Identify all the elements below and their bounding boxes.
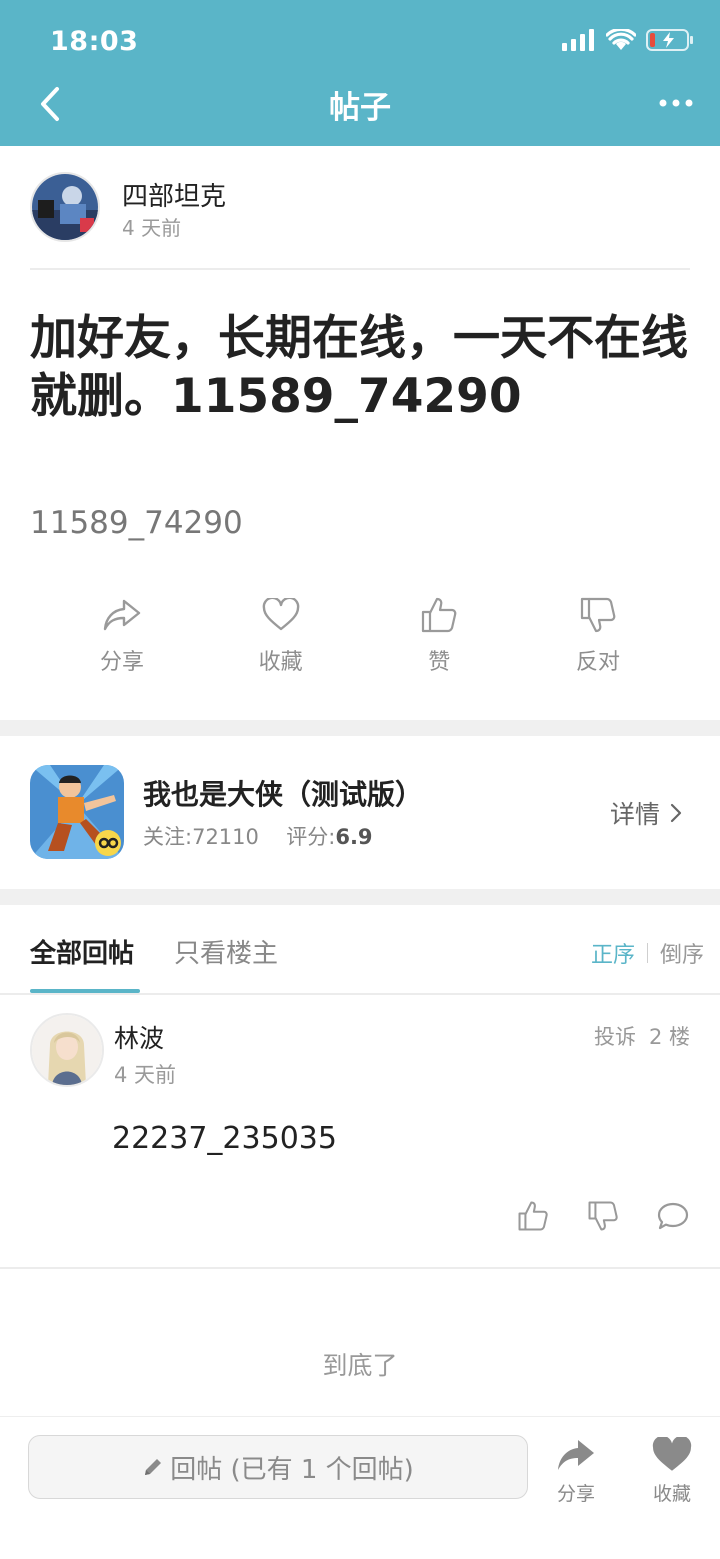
game-card[interactable]: 我也是大侠（测试版） 关注:72110 评分:6.9 详情 (30, 765, 690, 861)
post-body: 11589_74290 (30, 505, 243, 541)
more-button[interactable] (656, 88, 696, 118)
bottom-favorite-button[interactable]: 收藏 (632, 1435, 712, 1506)
thumbs-up-icon (422, 597, 457, 633)
sort-asc-button[interactable]: 正序 (591, 937, 635, 969)
bottom-share-label: 分享 (556, 1483, 595, 1505)
avatar-image (32, 1015, 102, 1085)
avatar-image (32, 174, 98, 240)
author-name[interactable]: 四部坦克 (122, 176, 226, 213)
favorite-action[interactable]: 收藏 (203, 594, 359, 684)
thumbs-down-icon (580, 597, 616, 633)
follow-label: 关注: (143, 825, 193, 849)
wifi-icon (606, 29, 636, 50)
post-actions: 分享 收藏 赞 反对 (44, 594, 676, 684)
reply-input-placeholder: 回帖 (已有 1 个回帖) (170, 1454, 414, 1485)
reply-comment-button[interactable] (656, 1199, 690, 1233)
chevron-right-icon (670, 803, 682, 823)
divider (30, 268, 690, 270)
battery-charging-icon (646, 29, 693, 51)
like-action[interactable]: 赞 (361, 594, 517, 684)
follow-count: 72110 (192, 825, 259, 849)
reply-dislike-button[interactable] (586, 1199, 620, 1233)
game-icon (30, 765, 124, 859)
status-time: 18:03 (50, 26, 139, 57)
dislike-label: 反对 (575, 650, 620, 675)
reply-actions (516, 1199, 690, 1233)
reply-content: 22237_235035 (112, 1121, 337, 1156)
reply-time: 4 天前 (114, 1063, 177, 1087)
page-title: 帖子 (329, 90, 391, 126)
reply-author-name[interactable]: 林波 (114, 1019, 164, 1055)
heart-icon (652, 1437, 692, 1471)
post-title: 加好友，长期在线，一天不在线就删。11589_74290 (30, 311, 688, 424)
thumbs-up-icon (518, 1201, 548, 1231)
end-of-list-text: 到底了 (322, 1351, 398, 1380)
status-icons (562, 28, 694, 52)
report-button[interactable]: 投诉 (594, 1021, 636, 1051)
tab-owner-only[interactable]: 只看楼主 (174, 933, 278, 970)
sort-divider (646, 943, 648, 963)
thumbs-down-icon (588, 1201, 618, 1231)
author-avatar[interactable] (30, 172, 100, 242)
game-detail-link[interactable]: 详情 (610, 795, 682, 831)
tab-all-replies[interactable]: 全部回帖 (30, 933, 134, 970)
sort-desc-button[interactable]: 倒序 (660, 937, 704, 969)
bottom-share-button[interactable]: 分享 (536, 1435, 616, 1506)
post-author: 四部坦克 4 天前 (30, 170, 690, 246)
game-name: 我也是大侠（测试版） (143, 778, 424, 811)
section-gap (0, 720, 720, 736)
bottom-bar: 回帖 (已有 1 个回帖) 分享 收藏 (0, 1416, 720, 1559)
reply-input[interactable]: 回帖 (已有 1 个回帖) (28, 1435, 528, 1499)
share-action[interactable]: 分享 (44, 594, 200, 684)
comment-bubble-icon (657, 1202, 689, 1230)
signal-icon (562, 29, 594, 51)
post-time: 4 天前 (122, 216, 182, 240)
active-tab-indicator (30, 989, 140, 993)
more-dots-icon (659, 99, 693, 107)
favorite-label: 收藏 (258, 650, 303, 675)
share-icon (558, 1440, 594, 1470)
sort-switch: 正序 倒序 (591, 937, 704, 969)
heart-icon (262, 598, 299, 631)
reply-tabs: 全部回帖 只看楼主 正序 倒序 (0, 905, 720, 995)
share-icon (103, 599, 141, 631)
share-label: 分享 (99, 650, 144, 675)
like-label: 赞 (428, 650, 451, 675)
score-label: 评分: (286, 825, 336, 849)
app-header: 18:03 帖子 (0, 0, 720, 146)
bottom-favorite-label: 收藏 (652, 1483, 691, 1505)
detail-label: 详情 (609, 800, 660, 829)
reply-like-button[interactable] (516, 1199, 550, 1233)
dislike-action[interactable]: 反对 (520, 594, 676, 684)
game-score: 6.9 (335, 825, 373, 849)
pencil-icon (145, 1459, 162, 1475)
reply-avatar[interactable] (30, 1013, 104, 1087)
floor-number: 2 楼 (648, 1025, 690, 1049)
game-stats: 关注:72110 评分:6.9 (143, 821, 373, 851)
section-gap (0, 889, 720, 905)
reply-item: 林波 4 天前 投诉 2 楼 22237_235035 (0, 997, 720, 1269)
